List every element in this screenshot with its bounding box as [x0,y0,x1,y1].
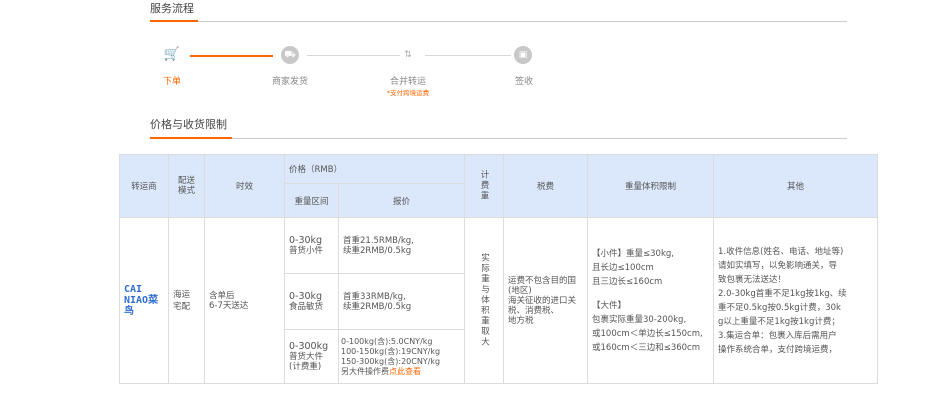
pricing-title: 价格与收货限制 [150,118,227,131]
step-connector [190,55,273,57]
section-divider [150,138,847,139]
step-label-ship: 商家发货 [271,77,308,87]
col-header-other: 其他 [713,154,879,218]
quote-cell: 0-100kg(含):5.0CNY/kg 100-150kg(含):19CNY/k… [337,329,466,384]
billing-weight-cell: 实际重与体积重取大 [464,217,505,384]
section-accent [150,20,198,22]
timeframe-cell: 含单后 6-7天送达 [204,217,285,384]
col-header-price: 价格（RMB） [283,154,466,184]
col-header-carrier: 转运商 [119,154,169,218]
col-header-weight-volume-limit: 重量体积限制 [587,154,715,218]
service-flow-title: 服务流程 [150,2,194,15]
tax-cell: 运费不包含目的国(地区) 海关征收的进口关税、消费税、 地方税 [503,217,589,384]
cart-icon: 🛒 [163,47,181,62]
weight-range-cell: 0-300kg 普货大件(计费重) [284,329,339,384]
step-connector [307,55,400,56]
col-header-quote: 报价 [337,183,466,218]
truck-icon: ⛟ [281,46,299,64]
view-large-fee-link[interactable]: 点此查看 [389,367,421,376]
step-label-receive: 签收 [514,77,533,87]
col-header-billing-weight: 计费重 [464,154,505,218]
delivery-mode-cell: 海运宅配 [168,217,205,384]
step-label-merge: 合并转运 [389,77,426,87]
quote-cell: 首重21.5RMB/kg, 续重2RMB/0.5kg [337,217,466,274]
step-connector [425,55,511,56]
table-row: CAI NIAO菜鸟 海运宅配 含单后 6-7天送达 0-30kg 普货小件 首重21… [119,217,879,384]
weight-range-cell: 0-30kg 食品敏货 [284,273,339,330]
weight-range-cell: 0-30kg 普货小件 [284,217,339,274]
step-sub-merge: *支付跨境运费 [386,89,430,97]
merge-icon: ⇅ [404,50,412,60]
section-divider [150,21,847,22]
table-header-row: 转运商 配送模式 时效 价格（RMB） 计费重 税费 重量体积限制 其他 [119,154,879,218]
other-cell: 1.收件信息(姓名、电话、地址等) 请如实填写，以免影响通关，导 致包裹无法送达！ 2… [713,217,879,384]
weight-volume-limit-cell: 【小件】重量≤30kg, 且长边≤100cm 且三边长≤160cm 【大件】 包裹实际重… [587,217,715,384]
pricing-table: 转运商 配送模式 时效 价格（RMB） 计费重 税费 重量体积限制 其他 重量区… [119,154,879,384]
section-accent [150,137,232,139]
col-header-tax: 税费 [503,154,589,218]
col-header-delivery-mode: 配送模式 [168,154,205,218]
col-header-timeframe: 时效 [204,154,285,218]
col-header-weight-range: 重量区间 [284,183,339,218]
package-icon: ▣ [514,46,532,64]
carrier-logo: CAI NIAO菜鸟 [119,217,169,384]
step-label-order: 下单 [162,77,181,87]
quote-cell: 首重33RMB/kg, 续重2RMB/0.5kg [337,273,466,330]
